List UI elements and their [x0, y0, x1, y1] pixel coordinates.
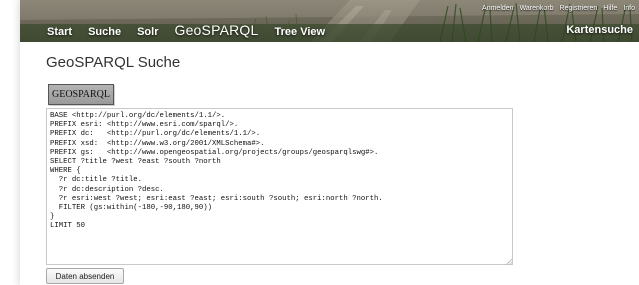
nav-geosparql[interactable]: GeoSPARQL	[174, 22, 258, 38]
util-info[interactable]: Info	[623, 5, 635, 12]
geosparql-button[interactable]: GEOSPARQL	[48, 84, 114, 105]
nav-tree-view[interactable]: Tree View	[275, 26, 326, 38]
util-hilfe[interactable]: Hilfe	[603, 5, 617, 12]
page-title: GeoSPARQL Suche	[46, 54, 181, 71]
header-banner: Start Suche Solr GeoSPARQL Tree View Anm…	[20, 0, 639, 42]
util-warenkorb[interactable]: Warenkorb	[520, 5, 554, 12]
main-navigation: Start Suche Solr GeoSPARQL Tree View	[47, 22, 341, 40]
page-frame: Start Suche Solr GeoSPARQL Tree View Anm…	[20, 0, 639, 285]
nav-suche[interactable]: Suche	[88, 26, 121, 38]
util-anmelden[interactable]: Anmelden	[482, 5, 514, 12]
sparql-query-textarea[interactable]: BASE <http://purl.org/dc/elements/1.1/>.…	[46, 108, 513, 265]
util-registrieren[interactable]: Registrieren	[560, 5, 598, 12]
nav-solr[interactable]: Solr	[137, 26, 158, 38]
nav-start[interactable]: Start	[47, 26, 72, 38]
submit-data-button[interactable]: Daten absenden	[46, 268, 124, 284]
textarea-resize-grip[interactable]	[505, 258, 512, 265]
map-search-link[interactable]: Kartensuche	[566, 24, 633, 36]
utility-navigation: Anmelden Warenkorb Registrieren Hilfe In…	[476, 5, 635, 12]
